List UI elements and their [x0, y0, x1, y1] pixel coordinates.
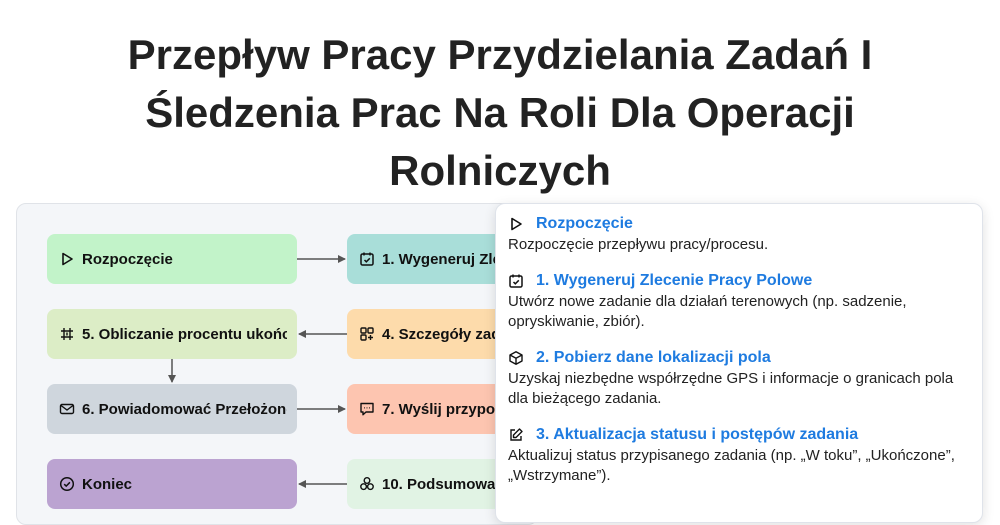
node-label: 1. Wygeneruj Zlecenie Pracy Polowe: [382, 250, 497, 268]
details-panel[interactable]: Rozpoczęcie Rozpoczęcie przepływu pracy/…: [495, 203, 983, 523]
panel-entry-2: 2. Pobierz dane lokalizacji pola Uzyskaj…: [508, 348, 970, 409]
panel-entry-3: 3. Aktualizacja statusu i postępów zadan…: [508, 425, 970, 486]
node-label: 10. Podsumowanie: [382, 475, 497, 493]
play-icon: [59, 251, 75, 267]
calculator-icon: [59, 326, 75, 342]
node-end[interactable]: Koniec: [47, 459, 297, 509]
panel-entry-start: Rozpoczęcie Rozpoczęcie przepływu pracy/…: [508, 214, 970, 255]
node-label: 6. Powiadomować Przełożonego: [82, 400, 287, 418]
sms-icon: [359, 401, 375, 417]
node-6[interactable]: 6. Powiadomować Przełożonego: [47, 384, 297, 434]
node-label: 4. Szczegóły zadania: [382, 325, 497, 343]
play-icon: [508, 216, 524, 232]
grid-plus-icon: [359, 326, 375, 342]
node-10[interactable]: 10. Podsumowanie: [347, 459, 507, 509]
node-label: 7. Wyślij przypomnienie SMS: [382, 400, 497, 418]
cubes-icon: [359, 476, 375, 492]
panel-entry-title[interactable]: Rozpoczęcie: [536, 214, 633, 234]
node-4[interactable]: 4. Szczegóły zadania: [347, 309, 507, 359]
node-label: Koniec: [82, 475, 133, 493]
panel-entry-desc: Aktualizuj status przypisanego zadania (…: [508, 447, 955, 484]
node-label: 5. Obliczanie procentu ukończenia: [82, 325, 287, 343]
node-5[interactable]: 5. Obliczanie procentu ukończenia: [47, 309, 297, 359]
node-1[interactable]: 1. Wygeneruj Zlecenie Pracy Polowe: [347, 234, 507, 284]
panel-entry-title[interactable]: 3. Aktualizacja statusu i postępów zadan…: [536, 425, 858, 445]
node-7[interactable]: 7. Wyślij przypomnienie SMS: [347, 384, 507, 434]
panel-entry-title[interactable]: 1. Wygeneruj Zlecenie Pracy Polowe: [536, 271, 812, 291]
panel-entry-desc: Rozpoczęcie przepływu pracy/procesu.: [508, 236, 769, 253]
node-label: Rozpoczęcie: [82, 250, 173, 268]
panel-entry-desc: Uzyskaj niezbędne współrzędne GPS i info…: [508, 370, 954, 407]
edit-icon: [508, 427, 524, 443]
panel-entry-title[interactable]: 2. Pobierz dane lokalizacji pola: [536, 348, 771, 368]
calendar-check-icon: [359, 251, 375, 267]
check-circle-icon: [59, 476, 75, 492]
panel-entry-1: 1. Wygeneruj Zlecenie Pracy Polowe Utwór…: [508, 271, 970, 332]
mail-icon: [59, 401, 75, 417]
panel-entry-desc: Utwórz nowe zadanie dla działań terenowy…: [508, 293, 907, 330]
calendar-check-icon: [508, 273, 524, 289]
page-title: Przepływ Pracy Przydzielania Zadań I Śle…: [127, 31, 873, 194]
cube-icon: [508, 350, 524, 366]
node-start[interactable]: Rozpoczęcie: [47, 234, 297, 284]
